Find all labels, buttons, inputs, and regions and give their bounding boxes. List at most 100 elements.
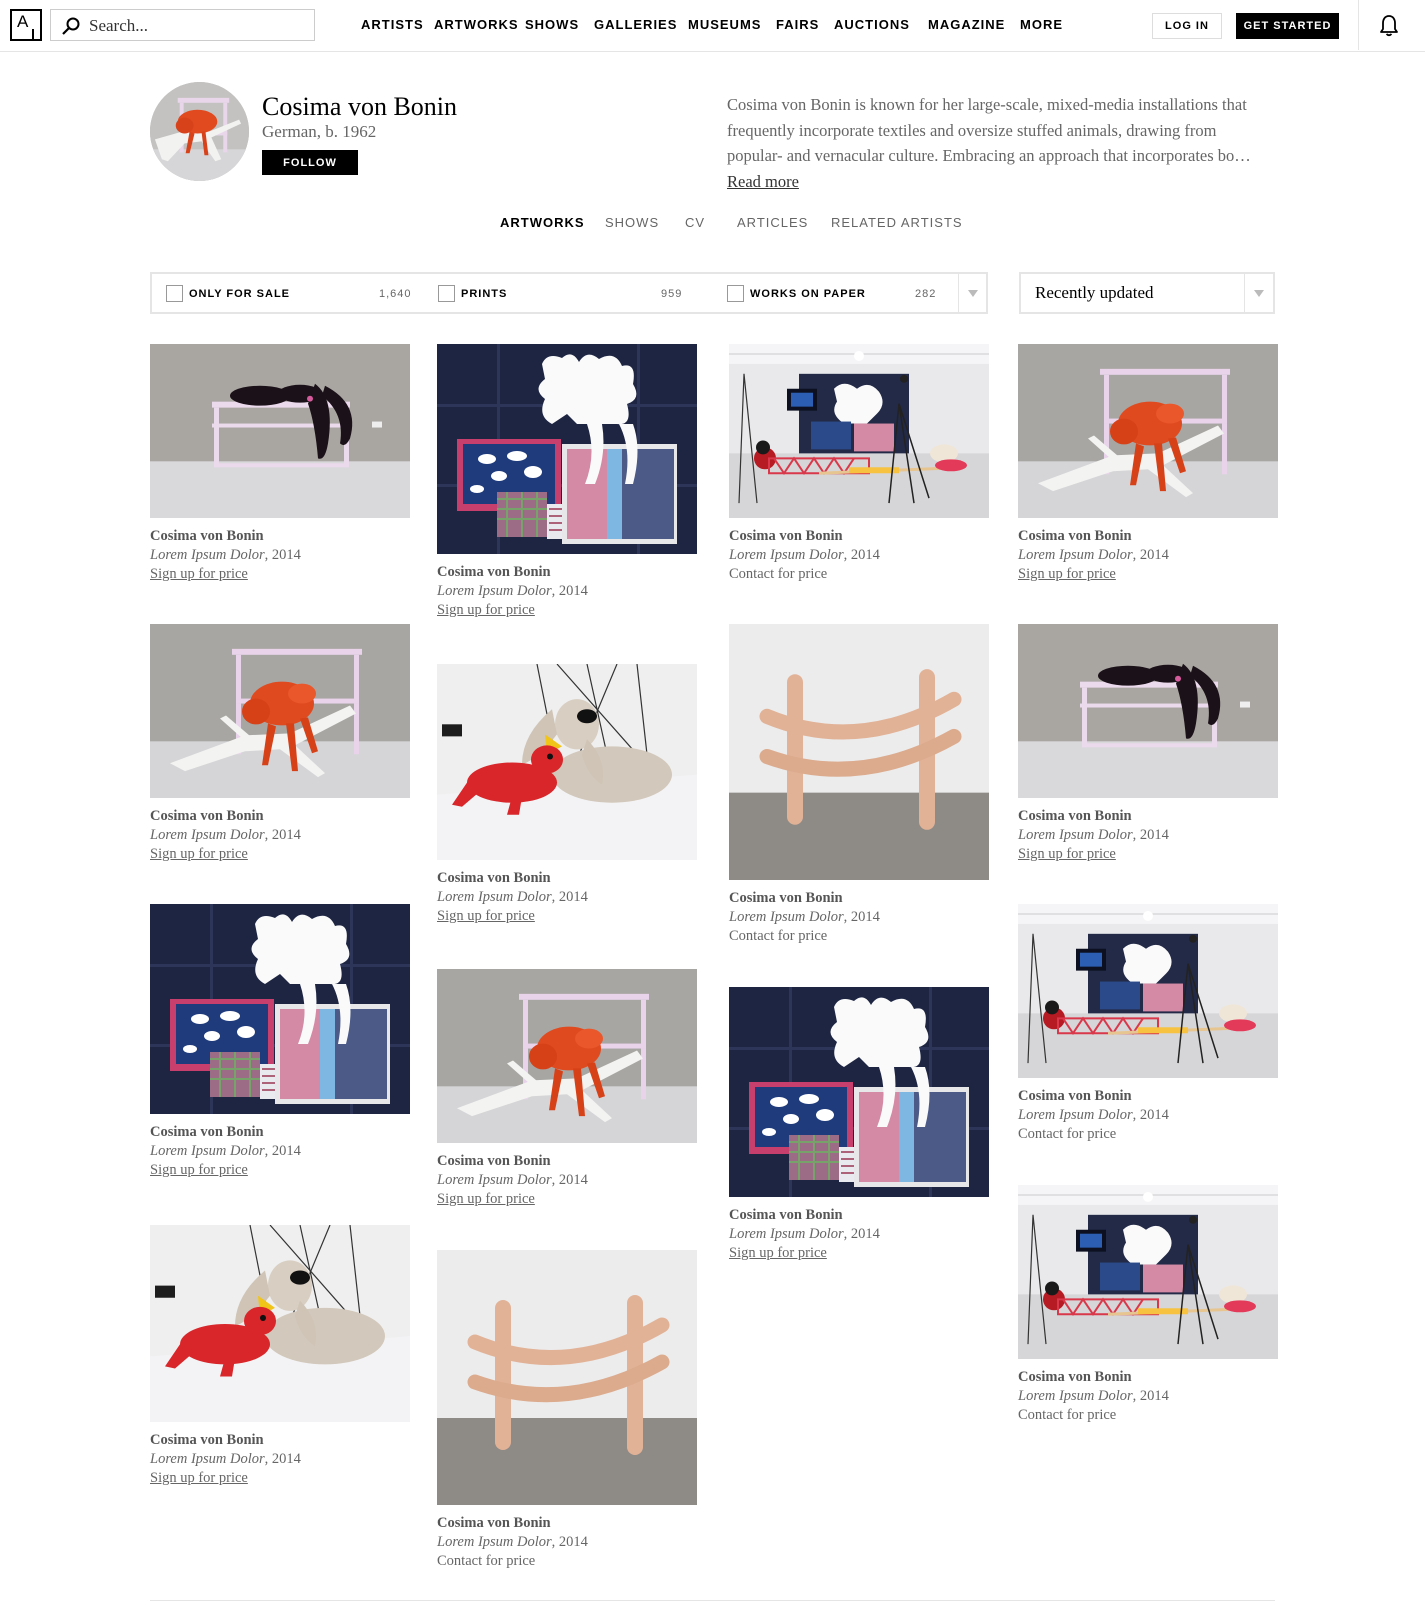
sort-select[interactable]: Recently updated (1019, 272, 1275, 314)
artwork-card[interactable]: Cosima von Bonin Lorem Ipsum Dolor, 2014 S… (729, 987, 989, 1267)
artwork-title[interactable]: Lorem Ipsum Dolor (729, 547, 844, 563)
tab-shows[interactable]: SHOWS (605, 215, 659, 230)
nav-more[interactable]: MORE (1020, 17, 1063, 32)
artwork-title[interactable]: Lorem Ipsum Dolor (150, 827, 265, 843)
artwork-image[interactable] (437, 1250, 697, 1505)
artwork-card[interactable]: Cosima von Bonin Lorem Ipsum Dolor, 2014 S… (150, 344, 410, 588)
artwork-image[interactable] (1018, 904, 1278, 1078)
filter-prints[interactable]: PRINTS 959 (438, 285, 688, 303)
tab-cv[interactable]: CV (685, 215, 705, 230)
artwork-title[interactable]: Lorem Ipsum Dolor (1018, 1107, 1133, 1123)
sign-up-for-price-link[interactable]: Sign up for price (437, 601, 588, 620)
sign-up-for-price-link[interactable]: Sign up for price (437, 907, 588, 926)
sign-up-for-price-link[interactable]: Sign up for price (150, 845, 301, 864)
artwork-image[interactable] (150, 904, 410, 1114)
artwork-card[interactable]: Cosima von Bonin Lorem Ipsum Dolor, 2014 C… (729, 624, 989, 950)
artwork-card[interactable]: Cosima von Bonin Lorem Ipsum Dolor, 2014 S… (437, 969, 697, 1213)
artwork-artist[interactable]: Cosima von Bonin (150, 527, 301, 546)
artwork-title[interactable]: Lorem Ipsum Dolor (1018, 1388, 1133, 1404)
sign-up-for-price-link[interactable]: Sign up for price (150, 1161, 301, 1180)
artwork-image[interactable] (729, 344, 989, 518)
checkbox-prints[interactable] (438, 285, 455, 302)
sign-up-for-price-link[interactable]: Sign up for price (1018, 845, 1169, 864)
artwork-image[interactable] (729, 624, 989, 880)
artwork-artist[interactable]: Cosima von Bonin (729, 1206, 880, 1225)
sign-up-for-price-link[interactable]: Sign up for price (729, 1244, 880, 1263)
artwork-title[interactable]: Lorem Ipsum Dolor (150, 1451, 265, 1467)
artwork-image[interactable] (1018, 624, 1278, 798)
artwork-artist[interactable]: Cosima von Bonin (1018, 527, 1169, 546)
artwork-artist[interactable]: Cosima von Bonin (437, 563, 588, 582)
sign-up-for-price-link[interactable]: Sign up for price (150, 565, 301, 584)
artwork-card[interactable]: Cosima von Bonin Lorem Ipsum Dolor, 2014 C… (1018, 904, 1278, 1148)
artwork-title[interactable]: Lorem Ipsum Dolor (1018, 547, 1133, 563)
nav-museums[interactable]: MUSEUMS (688, 17, 761, 32)
nav-galleries[interactable]: GALLERIES (594, 17, 677, 32)
artwork-image[interactable] (150, 624, 410, 798)
artwork-title[interactable]: Lorem Ipsum Dolor (437, 1172, 552, 1188)
artwork-image[interactable] (1018, 344, 1278, 518)
artwork-artist[interactable]: Cosima von Bonin (150, 1123, 301, 1142)
artwork-title[interactable]: Lorem Ipsum Dolor (150, 1143, 265, 1159)
artwork-artist[interactable]: Cosima von Bonin (150, 1431, 301, 1450)
nav-magazine[interactable]: MAGAZINE (928, 17, 1005, 32)
artwork-artist[interactable]: Cosima von Bonin (437, 869, 588, 888)
artwork-image[interactable] (729, 987, 989, 1197)
tab-artworks[interactable]: ARTWORKS (500, 215, 585, 230)
artwork-card[interactable]: Cosima von Bonin Lorem Ipsum Dolor, 2014 S… (150, 1225, 410, 1492)
artwork-title[interactable]: Lorem Ipsum Dolor (437, 889, 552, 905)
artsy-logo[interactable]: A (10, 9, 42, 41)
artwork-title[interactable]: Lorem Ipsum Dolor (1018, 827, 1133, 843)
artwork-artist[interactable]: Cosima von Bonin (437, 1152, 588, 1171)
artwork-card[interactable]: Cosima von Bonin Lorem Ipsum Dolor, 2014 C… (437, 1250, 697, 1575)
filter-works-on-paper[interactable]: WORKS ON PAPER 282 (727, 285, 952, 303)
login-button[interactable]: LOG IN (1152, 13, 1222, 39)
checkbox-for-sale[interactable] (166, 285, 183, 302)
artwork-year: , 2014 (551, 1534, 588, 1550)
artwork-image[interactable] (437, 969, 697, 1143)
artwork-image[interactable] (437, 344, 697, 554)
follow-button[interactable]: FOLLOW (262, 150, 358, 175)
tab-related-artists[interactable]: RELATED ARTISTS (831, 215, 963, 230)
artwork-card[interactable]: Cosima von Bonin Lorem Ipsum Dolor, 2014 S… (1018, 624, 1278, 868)
sign-up-for-price-link[interactable]: Sign up for price (437, 1190, 588, 1209)
artwork-card[interactable]: Cosima von Bonin Lorem Ipsum Dolor, 2014 S… (150, 904, 410, 1184)
bell-icon[interactable] (1378, 13, 1400, 37)
artwork-card[interactable]: Cosima von Bonin Lorem Ipsum Dolor, 2014 C… (729, 344, 989, 588)
artwork-card[interactable]: Cosima von Bonin Lorem Ipsum Dolor, 2014 S… (1018, 344, 1278, 588)
search-input[interactable]: Search... (50, 9, 315, 41)
artwork-artist[interactable]: Cosima von Bonin (1018, 1368, 1169, 1387)
artwork-title[interactable]: Lorem Ipsum Dolor (729, 909, 844, 925)
nav-artworks[interactable]: ARTWORKS (434, 17, 519, 32)
artwork-artist[interactable]: Cosima von Bonin (729, 527, 880, 546)
nav-auctions[interactable]: AUCTIONS (834, 17, 910, 32)
checkbox-works-on-paper[interactable] (727, 285, 744, 302)
artwork-image[interactable] (1018, 1185, 1278, 1359)
tab-articles[interactable]: ARTICLES (737, 215, 808, 230)
get-started-button[interactable]: GET STARTED (1236, 13, 1339, 39)
artwork-artist[interactable]: Cosima von Bonin (1018, 1087, 1169, 1106)
artwork-image[interactable] (150, 1225, 410, 1422)
artwork-image[interactable] (150, 344, 410, 518)
artwork-title[interactable]: Lorem Ipsum Dolor (437, 583, 552, 599)
nav-shows[interactable]: SHOWS (525, 17, 579, 32)
artwork-title[interactable]: Lorem Ipsum Dolor (437, 1534, 552, 1550)
artwork-artist[interactable]: Cosima von Bonin (150, 807, 301, 826)
nav-artists[interactable]: ARTISTS (361, 17, 424, 32)
artwork-artist[interactable]: Cosima von Bonin (1018, 807, 1169, 826)
artwork-artist[interactable]: Cosima von Bonin (729, 889, 880, 908)
artwork-image[interactable] (437, 664, 697, 860)
artwork-card[interactable]: Cosima von Bonin Lorem Ipsum Dolor, 2014 S… (437, 664, 697, 930)
artwork-title[interactable]: Lorem Ipsum Dolor (150, 547, 265, 563)
read-more-link[interactable]: Read more (727, 172, 799, 191)
artwork-title[interactable]: Lorem Ipsum Dolor (729, 1226, 844, 1242)
sign-up-for-price-link[interactable]: Sign up for price (1018, 565, 1169, 584)
artwork-artist[interactable]: Cosima von Bonin (437, 1514, 588, 1533)
filter-for-sale[interactable]: ONLY FOR SALE 1,640 (166, 285, 416, 303)
artwork-card[interactable]: Cosima von Bonin Lorem Ipsum Dolor, 2014 C… (1018, 1185, 1278, 1429)
more-filters-dropdown[interactable] (958, 274, 986, 312)
sign-up-for-price-link[interactable]: Sign up for price (150, 1469, 301, 1488)
nav-fairs[interactable]: FAIRS (776, 17, 819, 32)
artwork-card[interactable]: Cosima von Bonin Lorem Ipsum Dolor, 2014 S… (150, 624, 410, 868)
artwork-card[interactable]: Cosima von Bonin Lorem Ipsum Dolor, 2014 S… (437, 344, 697, 624)
